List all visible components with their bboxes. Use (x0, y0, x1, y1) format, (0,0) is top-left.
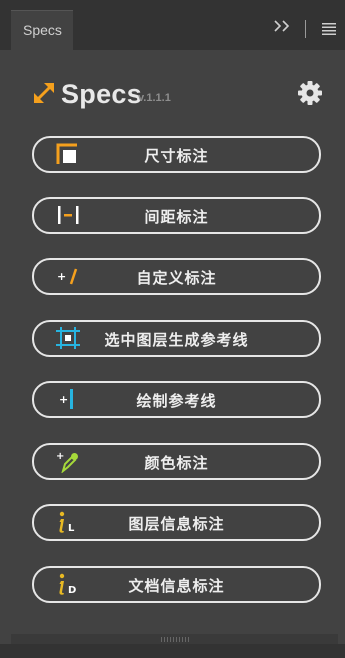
collapse-panel-icon[interactable] (272, 18, 294, 34)
document-info-label: 文档信息标注 (128, 577, 225, 595)
size-annotation-label: 尺寸标注 (144, 147, 209, 165)
panel-resize-handle[interactable] (11, 634, 338, 644)
layer-info-label: 图层信息标注 (128, 515, 225, 533)
spacing-annotation-label: 间距标注 (144, 208, 209, 226)
custom-annotation-label: 自定义标注 (136, 269, 217, 287)
tab-specs-label: Specs (23, 22, 62, 38)
panel-tab-bar: Specs (0, 0, 345, 51)
tab-specs[interactable]: Specs (11, 10, 73, 51)
gear-icon[interactable] (297, 80, 323, 106)
app-logo-text: Specs (61, 79, 143, 109)
layer-guides-button[interactable]: 选中图层生成参考线 (32, 320, 321, 357)
spacing-annotation-button[interactable]: 间距标注 (32, 197, 321, 234)
color-annotation-button[interactable]: + 颜色标注 (32, 443, 321, 480)
custom-annotation-button[interactable]: + 自定义标注 (32, 258, 321, 295)
document-info-button[interactable]: D 文档信息标注 (32, 566, 321, 603)
resize-grip-icon[interactable] (161, 637, 191, 642)
bottom-bar (0, 644, 345, 658)
resize-arrow-logo-icon (34, 83, 54, 103)
version-label: v.1.1.1 (138, 92, 171, 104)
panel-menu-icon[interactable] (320, 22, 338, 36)
draw-guide-button[interactable]: + 绘制参考线 (32, 381, 321, 418)
draw-guide-label: 绘制参考线 (136, 392, 217, 410)
tab-divider (305, 20, 306, 38)
layer-guides-label: 选中图层生成参考线 (104, 331, 249, 349)
size-annotation-button[interactable]: 尺寸标注 (32, 136, 321, 173)
color-annotation-label: 颜色标注 (144, 454, 209, 472)
layer-info-button[interactable]: L 图层信息标注 (32, 504, 321, 541)
